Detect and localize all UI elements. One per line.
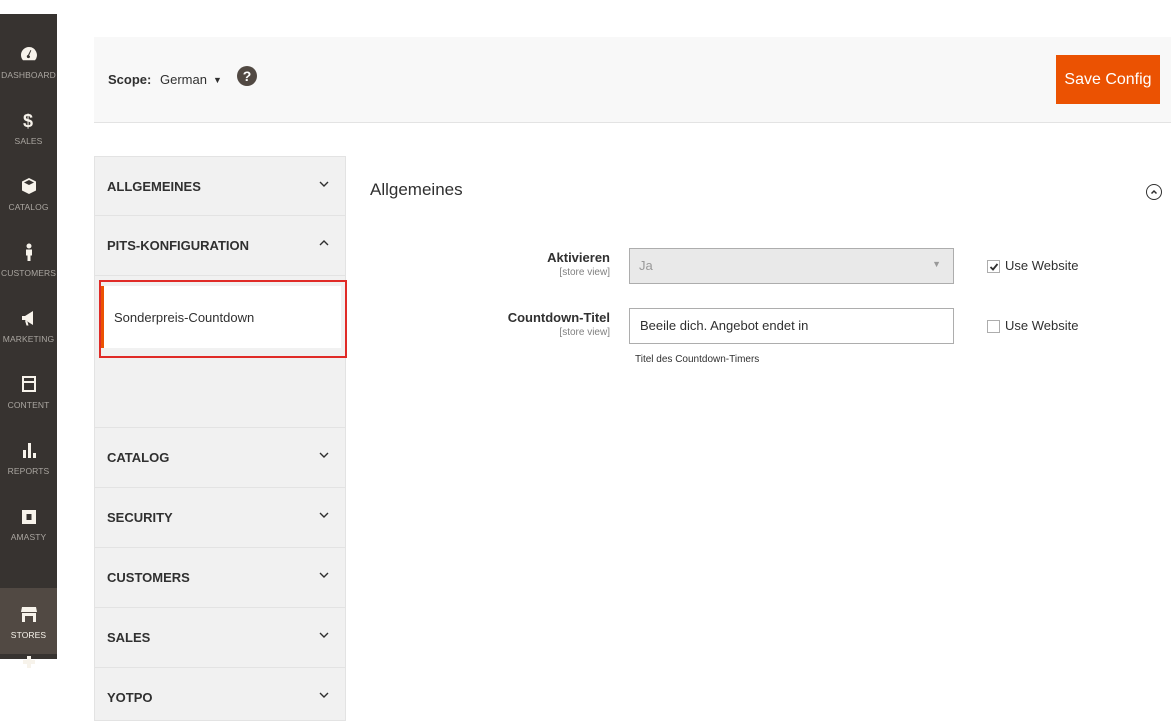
chevron-down-icon — [317, 628, 331, 642]
config-tabs: ALLGEMEINES PITS-KONFIGURATION Sonderpre… — [94, 156, 346, 721]
tab-customers[interactable]: CUSTOMERS — [94, 548, 346, 608]
subtab-sonderpreis-countdown[interactable]: Sonderpreis-Countdown — [101, 286, 341, 348]
sidebar-item-customers[interactable]: CUSTOMERS — [0, 226, 57, 292]
field-label-text: Countdown-Titel — [507, 310, 610, 325]
section-title: Allgemeines — [370, 180, 463, 199]
chevron-down-icon — [317, 177, 331, 191]
dollar-icon: $ — [17, 108, 41, 132]
tab-title: CUSTOMERS — [107, 570, 190, 585]
chevron-down-icon — [317, 568, 331, 582]
aktivieren-label: Aktivieren [store view] — [400, 250, 610, 278]
tab-allgemeines[interactable]: ALLGEMEINES — [94, 156, 346, 216]
checkmark-icon — [989, 262, 998, 271]
sidebar-item-label: MARKETING — [2, 334, 55, 344]
sidebar-item-label: STORES — [10, 630, 47, 640]
admin-sidebar: DASHBOARD $ SALES CATALOG CUSTOMERS MARK… — [0, 0, 57, 668]
caret-down-icon: ▼ — [212, 75, 222, 85]
field-scope-text: [store view] — [559, 267, 610, 278]
dashboard-icon — [17, 42, 41, 66]
tab-pits-konfiguration[interactable]: PITS-KONFIGURATION — [94, 216, 346, 276]
save-config-button[interactable]: Save Config — [1056, 55, 1160, 104]
sidebar-item-stores[interactable]: STORES — [0, 588, 57, 654]
puzzle-icon — [17, 654, 41, 674]
use-website-label[interactable]: Use Website — [1005, 258, 1078, 273]
chevron-down-icon — [317, 448, 331, 462]
person-icon — [17, 240, 41, 264]
countdown-titel-label: Countdown-Titel [store view] — [400, 310, 610, 338]
svg-text:$: $ — [23, 111, 33, 130]
scope-switcher[interactable]: German ▼ — [160, 72, 222, 87]
sidebar-item-label: DASHBOARD — [1, 70, 56, 80]
tab-title: SECURITY — [107, 510, 173, 525]
sidebar-item-sales[interactable]: $ SALES — [0, 94, 57, 160]
scope-value: German — [160, 72, 207, 87]
cube-icon — [17, 174, 41, 198]
tab-yotpo[interactable]: YOTPO — [94, 668, 346, 721]
select-arrow-icon: ▼ — [932, 259, 941, 269]
chevron-down-icon — [317, 508, 331, 522]
tab-security[interactable]: SECURITY — [94, 488, 346, 548]
chevron-up-icon — [317, 236, 331, 250]
tab-pits-submenu: Sonderpreis-Countdown — [94, 276, 346, 428]
sidebar-item-marketing[interactable]: MARKETING — [0, 292, 57, 358]
aktivieren-use-website-checkbox[interactable] — [987, 260, 1000, 273]
tab-title: PITS-KONFIGURATION — [107, 238, 250, 253]
layout-icon — [17, 372, 41, 396]
countdown-titel-input[interactable]: Beeile dich. Angebot endet in — [629, 308, 954, 344]
tab-catalog[interactable]: CATALOG — [94, 428, 346, 488]
countdown-titel-note: Titel des Countdown-Timers — [635, 354, 760, 365]
collapse-section-icon[interactable] — [1146, 184, 1162, 200]
use-website-label[interactable]: Use Website — [1005, 318, 1078, 333]
amasty-icon — [17, 504, 41, 528]
scope-label: Scope: — [108, 72, 152, 87]
sidebar-item-label: CATALOG — [8, 202, 49, 212]
store-icon — [17, 602, 41, 626]
sidebar-item-amasty[interactable]: AMASTY — [0, 490, 57, 556]
help-icon[interactable]: ? — [237, 66, 257, 86]
sidebar-item-label: AMASTY — [10, 532, 47, 542]
tab-title: ALLGEMEINES — [107, 179, 201, 194]
scope-bar: Scope: German ▼ ? Save Config — [94, 37, 1171, 123]
megaphone-icon — [17, 306, 41, 330]
tab-title: SALES — [107, 630, 151, 645]
field-scope-text: [store view] — [559, 327, 610, 338]
tab-title: YOTPO — [107, 690, 153, 705]
sidebar-item-label: CONTENT — [7, 400, 50, 410]
sidebar-item-label: CUSTOMERS — [0, 268, 57, 278]
sidebar-item-dashboard[interactable]: DASHBOARD — [0, 28, 57, 94]
tab-title: CATALOG — [107, 450, 170, 465]
sidebar-item-label: SALES — [14, 136, 43, 146]
sidebar-item-catalog[interactable]: CATALOG — [0, 160, 57, 226]
countdown-use-website-checkbox[interactable] — [987, 320, 1000, 333]
sidebar-item-more[interactable] — [0, 654, 57, 673]
sidebar-item-reports[interactable]: REPORTS — [0, 424, 57, 490]
bar-chart-icon — [17, 438, 41, 462]
select-value: Ja — [639, 258, 653, 273]
tab-sales[interactable]: SALES — [94, 608, 346, 668]
sidebar-item-content[interactable]: CONTENT — [0, 358, 57, 424]
sidebar-item-label: REPORTS — [7, 466, 50, 476]
aktivieren-select[interactable]: Ja ▼ — [629, 248, 954, 284]
subtab-label: Sonderpreis-Countdown — [114, 310, 255, 325]
chevron-down-icon — [317, 688, 331, 702]
field-label-text: Aktivieren — [547, 250, 610, 265]
